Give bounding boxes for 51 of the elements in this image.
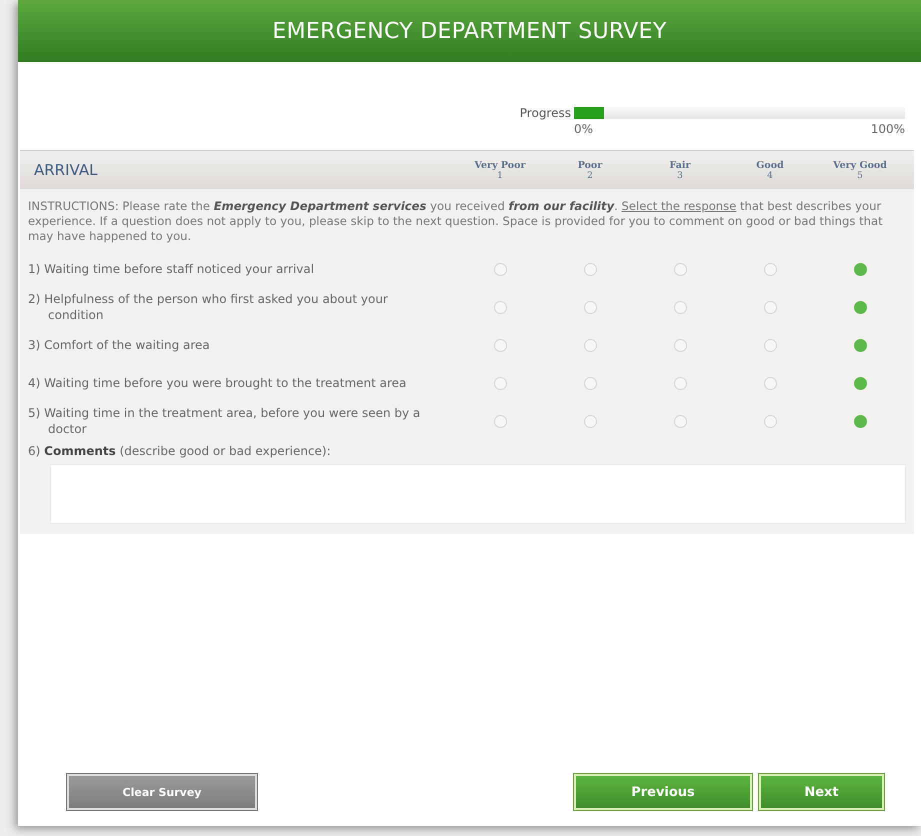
rating-radio[interactable]	[494, 376, 506, 390]
rating-radio[interactable]	[674, 376, 686, 390]
rating-radio[interactable]	[854, 414, 866, 428]
scale-number: 5	[857, 170, 863, 180]
progress-label: Progress	[518, 106, 571, 120]
rating-radio[interactable]	[674, 262, 686, 276]
rating-radio[interactable]	[584, 338, 596, 352]
rating-radio[interactable]	[584, 262, 596, 276]
rating-radio[interactable]	[674, 338, 686, 352]
rating-radio[interactable]	[494, 338, 506, 352]
scale-label: Poor	[578, 160, 602, 170]
rating-radio[interactable]	[494, 262, 506, 276]
comments-label: 6) Comments (describe good or bad experience):	[28, 444, 332, 458]
question-text: 1) Waiting time before staff noticed your arrival	[27, 261, 316, 277]
rating-radio[interactable]	[764, 338, 776, 352]
survey-button[interactable]: Previous	[574, 774, 752, 810]
survey-title: EMERGENCY DEPARTMENT SURVEY	[272, 18, 667, 44]
question-text: 5) Waiting time in the treatment area, before you were seen by a doctor	[27, 405, 422, 437]
rating-radio[interactable]	[584, 376, 596, 390]
scale-label: Good	[756, 160, 784, 170]
question-text: 2) Helpfulness of the person who first asked you about your condition	[27, 291, 389, 323]
survey-button[interactable]: Clear Survey	[67, 774, 257, 810]
rating-radio[interactable]	[674, 414, 686, 428]
section-title: ARRIVAL	[33, 161, 98, 179]
rating-radio[interactable]	[674, 300, 686, 314]
rating-radio[interactable]	[854, 262, 866, 276]
progress-start-label: 0%	[574, 122, 594, 136]
scale-number: 1	[497, 170, 503, 180]
rating-radio[interactable]	[854, 338, 866, 352]
scale-number: 4	[767, 170, 773, 180]
rating-radio[interactable]	[764, 262, 776, 276]
scale-number: 3	[677, 170, 683, 180]
scale-number: 2	[587, 170, 593, 180]
rating-radio[interactable]	[494, 414, 506, 428]
scale-label: Very Good	[833, 160, 887, 170]
rating-radio[interactable]	[854, 300, 866, 314]
rating-radio[interactable]	[764, 300, 776, 314]
question-text: 3) Comfort of the waiting area	[27, 337, 211, 353]
survey-button[interactable]: Next	[759, 774, 884, 810]
rating-radio[interactable]	[764, 376, 776, 390]
rating-radio[interactable]	[584, 300, 596, 314]
instructions-text: INSTRUCTIONS: Please rate the Emergency Department services you received from our facility. Select the response that best describes your experience. If a question does not apply to you, please skip to the next question. Space is provided for you to comment on good or bad things that may have happened to you.	[28, 199, 884, 244]
question-text: 4) Waiting time before you were brought to the treatment area	[27, 375, 408, 391]
rating-radio[interactable]	[494, 300, 506, 314]
scale-label: Fair	[670, 160, 690, 170]
select-response-link[interactable]: Select the response	[622, 199, 736, 213]
scale-label: Very Poor	[474, 160, 526, 170]
rating-radio[interactable]	[764, 414, 776, 428]
rating-radio[interactable]	[854, 376, 866, 390]
progress-end-label: 100%	[870, 122, 905, 136]
rating-radio[interactable]	[584, 414, 596, 428]
